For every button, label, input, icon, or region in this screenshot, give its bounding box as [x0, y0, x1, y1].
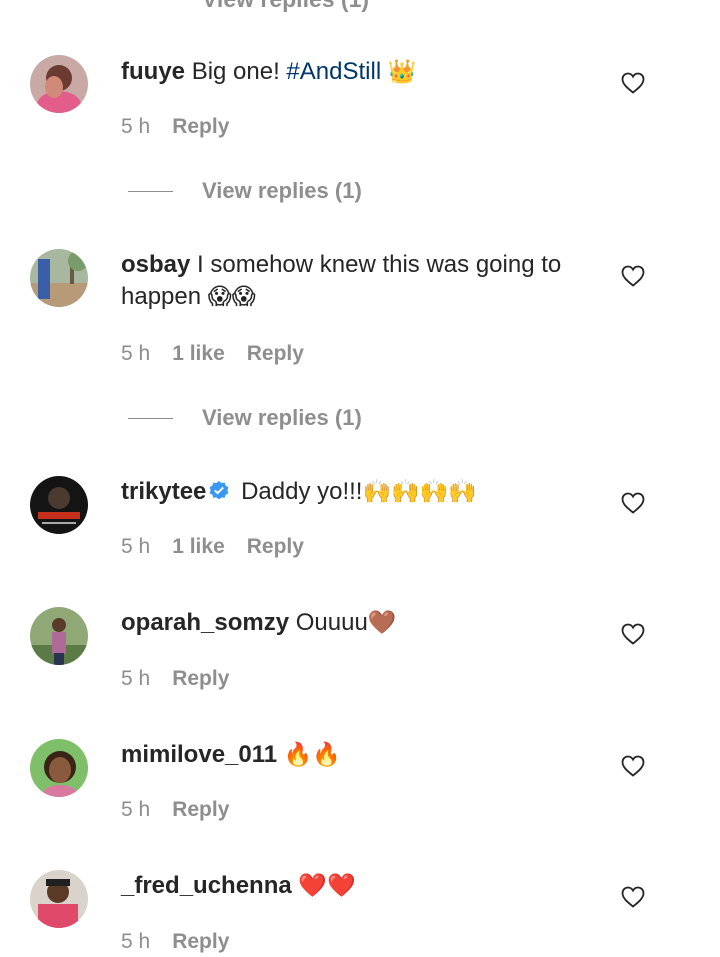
avatar[interactable] — [30, 249, 88, 307]
reply-button[interactable]: Reply — [172, 115, 229, 138]
username[interactable]: fuuye — [121, 58, 185, 85]
reply-button[interactable]: Reply — [172, 930, 229, 953]
avatar[interactable] — [30, 476, 88, 534]
comment-body: Daddy yo!!! — [241, 478, 363, 505]
comment-text: mimilove_011 🔥🔥 — [121, 739, 601, 771]
comment-text: fuuye Big one! #AndStill 👑 — [121, 56, 601, 88]
reply-button[interactable]: Reply — [172, 798, 229, 821]
divider — [128, 190, 173, 192]
username[interactable]: trikytee — [121, 478, 206, 505]
avatar[interactable] — [30, 870, 88, 928]
heart-outline-icon[interactable] — [621, 72, 645, 94]
view-replies-label[interactable]: View replies (1) — [202, 178, 362, 204]
view-replies-label[interactable]: View replies (1) — [202, 405, 362, 431]
view-replies-link-partial[interactable]: View replies (1) — [202, 0, 369, 13]
comment-meta: 5 h Reply — [121, 115, 251, 139]
timestamp: 5 h — [121, 930, 151, 953]
brown-heart-emoji: 🤎 — [367, 610, 397, 636]
comment-body: Big one! — [191, 58, 287, 85]
comment-meta: 5 h Reply — [121, 798, 251, 822]
raised-hands-emoji: 🙌🙌🙌🙌 — [362, 479, 478, 505]
comment-meta: 5 h 1 like Reply — [121, 535, 326, 559]
timestamp: 5 h — [121, 342, 151, 365]
reply-button[interactable]: Reply — [172, 667, 229, 690]
heart-outline-icon[interactable] — [621, 886, 645, 908]
avatar[interactable] — [30, 55, 88, 113]
fire-emoji: 🔥🔥 — [283, 742, 342, 768]
avatar[interactable] — [30, 607, 88, 665]
comment-meta: 5 h Reply — [121, 667, 251, 691]
comment-text: osbay I somehow knew this was going to h… — [121, 249, 601, 313]
timestamp: 5 h — [121, 798, 151, 821]
heart-outline-icon[interactable] — [621, 755, 645, 777]
timestamp: 5 h — [121, 667, 151, 690]
hashtag-link[interactable]: #AndStill — [286, 58, 381, 85]
timestamp: 5 h — [121, 535, 151, 558]
likes-count[interactable]: 1 like — [172, 342, 225, 365]
username[interactable]: osbay — [121, 251, 190, 278]
comment-text: oparah_somzy Ouuuu🤎 — [121, 607, 601, 639]
comment-meta: 5 h Reply — [121, 930, 251, 954]
likes-count[interactable]: 1 like — [172, 535, 225, 558]
reply-button[interactable]: Reply — [247, 342, 304, 365]
comment-text: _fred_uchenna ❤️❤️ — [121, 870, 601, 902]
reply-button[interactable]: Reply — [247, 535, 304, 558]
comment-body: Ouuuu — [295, 609, 368, 636]
view-replies-link[interactable]: View replies (1) — [128, 176, 362, 206]
red-heart-emoji: ❤️❤️ — [298, 873, 356, 899]
comment-meta: 5 h 1 like Reply — [121, 342, 326, 366]
view-replies-link[interactable]: View replies (1) — [128, 403, 362, 433]
timestamp: 5 h — [121, 115, 151, 138]
username[interactable]: _fred_uchenna — [121, 872, 292, 899]
verified-badge-icon — [209, 481, 229, 500]
heart-outline-icon[interactable] — [621, 265, 645, 287]
divider — [128, 417, 173, 419]
heart-outline-icon[interactable] — [621, 623, 645, 645]
crown-emoji: 👑 — [387, 59, 417, 85]
scream-emoji: 😱😱 — [207, 284, 256, 310]
heart-outline-icon[interactable] — [621, 492, 645, 514]
comment-text: trikytee Daddy yo!!!🙌🙌🙌🙌 — [121, 476, 601, 508]
username[interactable]: mimilove_011 — [121, 741, 277, 768]
username[interactable]: oparah_somzy — [121, 609, 289, 636]
avatar[interactable] — [30, 739, 88, 797]
